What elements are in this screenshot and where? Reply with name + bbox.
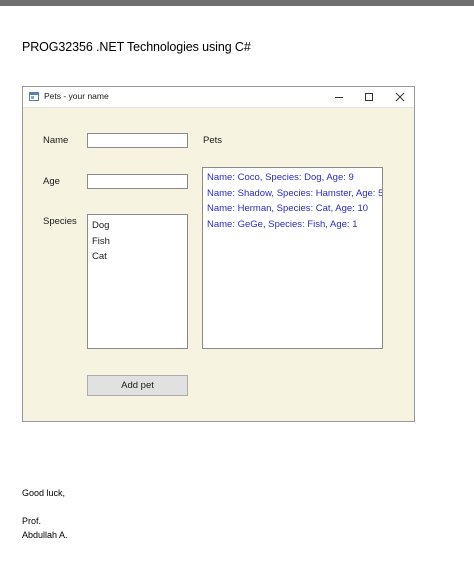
pet-list-item[interactable]: Name: Coco, Species: Dog, Age: 9: [203, 170, 382, 186]
footer-author: Abdullah A.: [22, 530, 68, 540]
pet-list-item[interactable]: Name: GeGe, Species: Fish, Age: 1: [203, 217, 382, 233]
species-label: Species: [43, 216, 77, 227]
document-title: PROG32356 .NET Technologies using C#: [22, 40, 251, 54]
maximize-icon: [365, 93, 373, 101]
close-icon: [395, 92, 405, 102]
species-option[interactable]: Cat: [88, 249, 187, 265]
app-window-icon: [29, 92, 39, 101]
name-input[interactable]: [87, 133, 188, 148]
top-divider-bar: [0, 0, 474, 6]
close-button[interactable]: [387, 89, 413, 105]
pets-window: Pets - your name Name Age Species Dog Fi…: [22, 86, 415, 422]
pets-listbox[interactable]: Name: Coco, Species: Dog, Age: 9 Name: S…: [202, 167, 383, 349]
add-pet-button[interactable]: Add pet: [87, 375, 188, 396]
window-title: Pets - your name: [44, 91, 109, 101]
species-listbox[interactable]: Dog Fish Cat: [87, 214, 188, 349]
age-input[interactable]: [87, 174, 188, 189]
minimize-button[interactable]: [326, 89, 352, 105]
name-label: Name: [43, 135, 69, 146]
footer-title: Prof.: [22, 516, 42, 526]
species-option[interactable]: Fish: [88, 234, 187, 250]
maximize-button[interactable]: [356, 89, 382, 105]
pets-label: Pets: [203, 135, 223, 146]
species-option[interactable]: Dog: [88, 218, 187, 234]
minimize-icon: [335, 97, 343, 98]
window-titlebar[interactable]: Pets - your name: [23, 87, 414, 108]
age-label: Age: [43, 176, 60, 187]
pet-list-item[interactable]: Name: Shadow, Species: Hamster, Age: 5: [203, 186, 382, 202]
footer-closing: Good luck,: [22, 488, 66, 498]
pet-list-item[interactable]: Name: Herman, Species: Cat, Age: 10: [203, 201, 382, 217]
